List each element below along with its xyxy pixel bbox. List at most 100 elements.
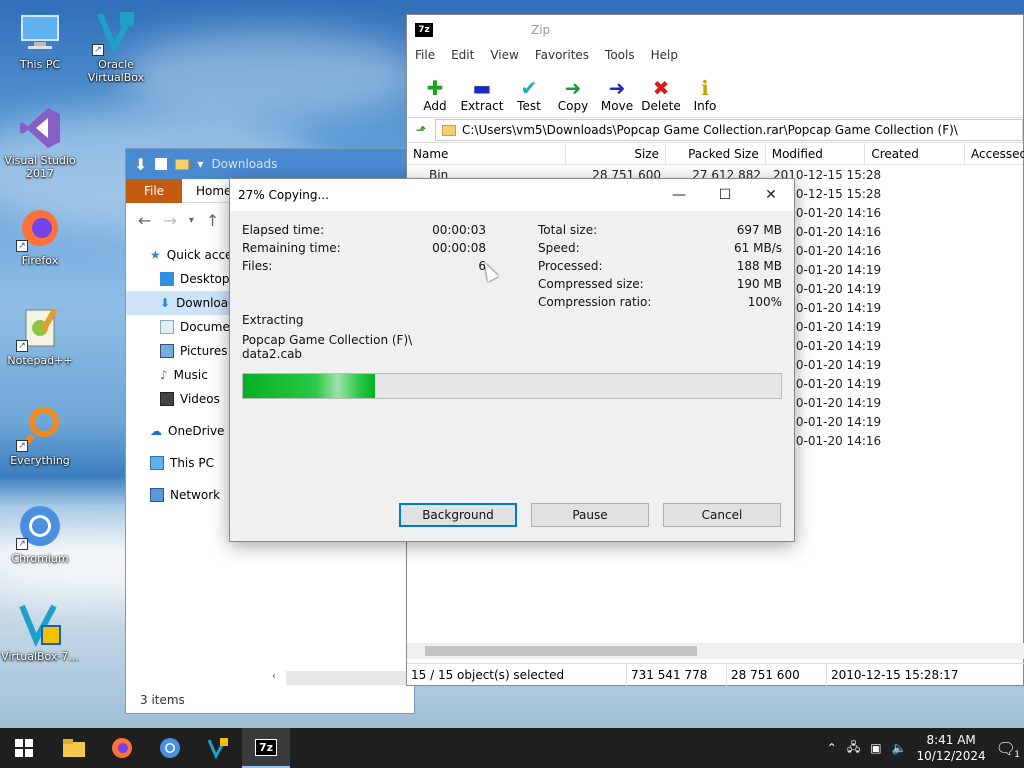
minimize-icon[interactable]: — xyxy=(656,179,702,211)
column-name[interactable]: Name xyxy=(407,142,567,165)
stat-label: Compressed size: xyxy=(538,277,644,291)
cancel-button[interactable]: Cancel xyxy=(663,503,781,527)
minus-icon: ▬ xyxy=(472,76,492,100)
dropdown-arrow-icon[interactable]: ▾ xyxy=(197,157,203,171)
clock-date: 10/12/2024 xyxy=(916,749,986,763)
selection-status: 15 / 15 object(s) selected xyxy=(407,663,627,686)
shortcut-arrow-icon: ↗ xyxy=(16,340,28,352)
packed-size-status: 28 751 600 xyxy=(727,663,827,686)
operation-label: Extracting xyxy=(242,313,304,327)
desktop-icon-notepadpp[interactable]: ↗ Notepad++ xyxy=(0,304,80,367)
current-path: Popcap Game Collection (F)\ xyxy=(242,333,413,347)
file-list-header: Name Size Packed Size Modified Created A… xyxy=(407,142,1024,165)
extract-button[interactable]: ▬ Extract xyxy=(459,77,505,113)
desktop-icon-this-pc[interactable]: This PC xyxy=(0,8,80,71)
forward-arrow-icon[interactable]: → xyxy=(163,211,176,230)
info-button[interactable]: ℹ Info xyxy=(685,77,725,113)
desktop-icon-everything[interactable]: ↗ Everything xyxy=(0,404,80,467)
desktop-icon-virtualbox-installer[interactable]: VirtualBox-7... xyxy=(0,600,80,663)
monitor-icon xyxy=(150,456,164,470)
chevron-up-icon[interactable]: ⌃ xyxy=(827,741,837,755)
item-count: 3 items xyxy=(140,693,185,707)
film-icon xyxy=(160,392,174,406)
taskbar-firefox[interactable] xyxy=(98,728,146,768)
menu-file[interactable]: File xyxy=(415,48,435,62)
test-button-label: Test xyxy=(517,99,541,113)
stat-value: 00:00:03 xyxy=(432,223,486,237)
copy-button[interactable]: ➜ Copy xyxy=(553,77,593,113)
menu-view[interactable]: View xyxy=(490,48,518,62)
move-button[interactable]: ➜ Move xyxy=(597,77,637,113)
column-accessed[interactable]: Accessed xyxy=(965,143,1024,165)
tree-item-label: Network xyxy=(170,488,221,502)
path-input[interactable]: C:\Users\vm5\Downloads\Popcap Game Colle… xyxy=(435,119,1023,141)
desktop-icon-label: Everything xyxy=(10,454,70,467)
desktop-icon-chromium[interactable]: ↗ Chromium xyxy=(0,502,80,565)
menu-favorites[interactable]: Favorites xyxy=(535,48,589,62)
path-text: C:\Users\vm5\Downloads\Popcap Game Colle… xyxy=(462,123,958,137)
clock[interactable]: 8:41 AM 10/12/2024 xyxy=(917,732,986,764)
notification-center-icon[interactable]: 🗨 1 xyxy=(996,739,1020,760)
path-bar: ⬏ C:\Users\vm5\Downloads\Popcap Game Col… xyxy=(407,117,1023,143)
up-arrow-icon[interactable]: ↑ xyxy=(206,211,219,230)
start-button[interactable] xyxy=(0,728,48,768)
scroll-left-icon[interactable]: ‹ xyxy=(272,671,276,682)
scrollbar-thumb[interactable] xyxy=(425,646,697,656)
cloud-icon: ☁ xyxy=(150,424,162,438)
desktop-icon-visual-studio[interactable]: Visual Studio 2017 xyxy=(0,104,80,180)
taskbar-virtualbox[interactable] xyxy=(194,728,242,768)
pause-button[interactable]: Pause xyxy=(531,503,649,527)
taskbar-7zip[interactable]: 7z xyxy=(242,728,290,768)
desktop-icon-label: Visual Studio 2017 xyxy=(4,154,76,180)
stat-files: Files: 6 xyxy=(242,257,486,275)
stat-value: 00:00:08 xyxy=(432,241,486,255)
desktop-icon-firefox[interactable]: ↗ Firefox xyxy=(0,204,80,267)
stat-label: Total size: xyxy=(538,223,598,237)
explorer-titlebar: ⬇ ▾ Downloads xyxy=(126,149,414,179)
menu-tools[interactable]: Tools xyxy=(605,48,635,62)
desktop-icon-virtualbox[interactable]: ↗ Oracle VirtualBox xyxy=(76,8,156,84)
close-icon[interactable]: ✕ xyxy=(748,179,794,211)
back-arrow-icon[interactable]: ← xyxy=(138,211,151,230)
stat-label: Compression ratio: xyxy=(538,295,652,309)
test-button[interactable]: ✔ Test xyxy=(509,77,549,113)
horizontal-scrollbar[interactable]: ‹ xyxy=(272,671,414,685)
network-icon xyxy=(150,488,164,502)
delete-button[interactable]: ✖ Delete xyxy=(641,77,681,113)
volume-muted-icon[interactable]: 🔈 xyxy=(892,741,907,755)
menu-edit[interactable]: Edit xyxy=(451,48,474,62)
recent-dropdown-icon[interactable]: ▾ xyxy=(189,215,194,226)
star-icon: ★ xyxy=(150,248,161,262)
properties-icon[interactable] xyxy=(155,158,168,170)
add-button[interactable]: ✚ Add xyxy=(415,77,455,113)
network-status-icon[interactable]: 🖧 xyxy=(847,738,860,759)
tree-item-label: This PC xyxy=(170,456,214,470)
delete-x-icon: ✖ xyxy=(652,76,670,100)
firefox-icon xyxy=(112,738,132,758)
column-created[interactable]: Created xyxy=(865,142,966,165)
tab-file[interactable]: File xyxy=(126,178,182,203)
folder-up-icon[interactable]: ⬏ xyxy=(407,123,435,137)
taskbar-chromium[interactable] xyxy=(146,728,194,768)
menu-help[interactable]: Help xyxy=(651,48,678,62)
shortcut-arrow-icon: ↗ xyxy=(16,240,28,252)
horizontal-scrollbar[interactable] xyxy=(407,643,1024,659)
device-icon[interactable]: ▣ xyxy=(870,741,881,755)
add-button-label: Add xyxy=(423,99,447,113)
move-arrow-icon: ➜ xyxy=(608,76,626,100)
notification-count-badge: 1 xyxy=(1014,749,1020,760)
column-size[interactable]: Size xyxy=(566,142,667,165)
background-button[interactable]: Background xyxy=(399,503,517,527)
taskbar-file-explorer[interactable] xyxy=(50,728,98,768)
column-modified[interactable]: Modified xyxy=(766,142,866,165)
windows-logo-icon xyxy=(15,739,33,757)
total-size-status: 731 541 778 xyxy=(627,663,727,686)
delete-button-label: Delete xyxy=(641,99,681,113)
stat-elapsed-time: Elapsed time: 00:00:03 xyxy=(242,221,486,239)
info-icon: ℹ xyxy=(701,76,709,100)
column-packed-size[interactable]: Packed Size xyxy=(666,142,766,165)
download-arrow-icon: ⬇ xyxy=(160,296,171,310)
clock-time: 8:41 AM xyxy=(926,733,976,747)
maximize-icon[interactable]: ☐ xyxy=(702,179,748,211)
desktop-icon-label: VirtualBox-7... xyxy=(1,650,79,663)
